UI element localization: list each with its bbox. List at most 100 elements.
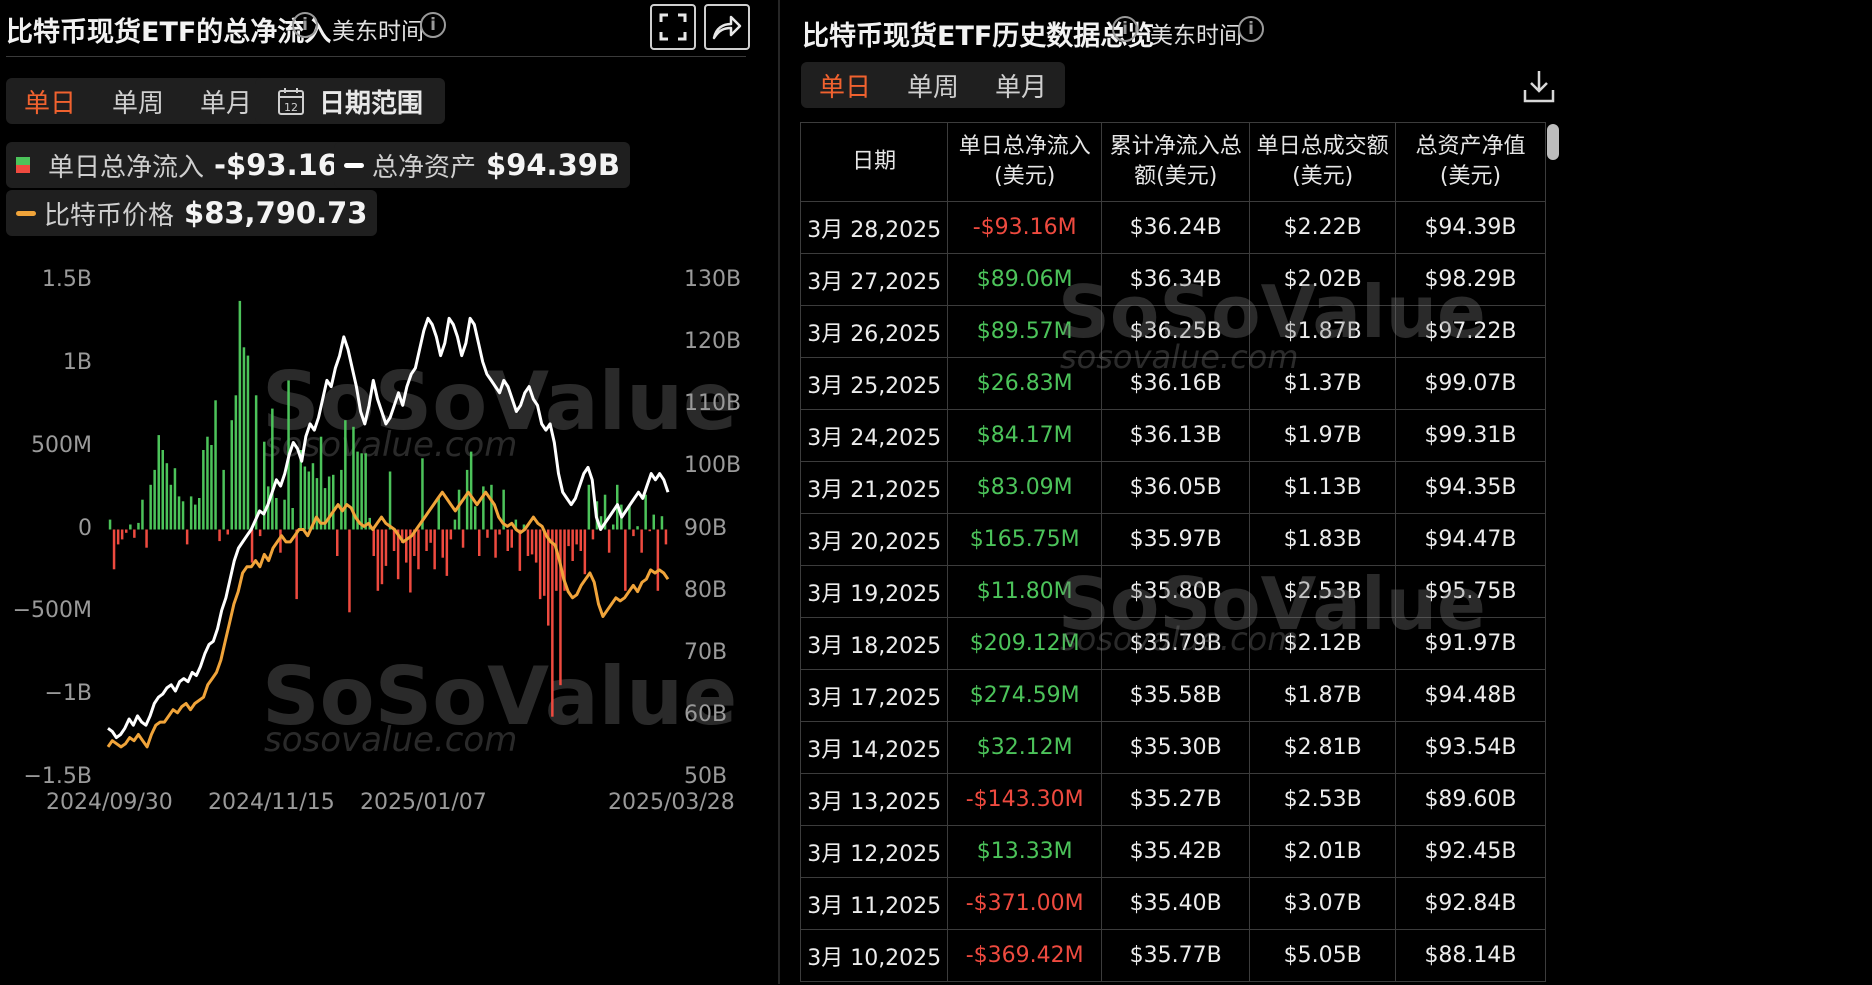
- inflow-bar: [551, 529, 554, 717]
- inflow-bar: [474, 506, 477, 530]
- inflow-bar: [591, 529, 595, 540]
- download-icon[interactable]: [1522, 68, 1556, 108]
- inflow-bar: [543, 529, 546, 596]
- scrollbar-thumb[interactable]: [1547, 124, 1559, 160]
- history-table-wrapper: 日期 单日总净流入(美元) 累计净流入总额(美元) 单日总成交额(美元) 总资产净值(美…: [800, 122, 1546, 985]
- inflow-bar: [579, 529, 582, 551]
- tab-week[interactable]: 单周: [889, 67, 977, 104]
- table-row[interactable]: 3月 21,2025 $83.09M $36.05B $1.13B $94.35B: [800, 461, 1546, 514]
- table-cell: 3月 28,2025: [800, 201, 949, 254]
- column-header: 单日总净流入(美元): [947, 123, 1103, 202]
- inflow-bar: [129, 524, 132, 530]
- inflow-bar: [640, 529, 643, 553]
- inflow-bar: [510, 529, 513, 548]
- inflow-bar: [372, 529, 375, 556]
- table-cell: $99.07B: [1395, 357, 1546, 410]
- info-icon[interactable]: i: [1112, 16, 1138, 42]
- inflow-bar: [303, 466, 307, 530]
- table-row[interactable]: 3月 13,2025 -$143.30M $35.27B $2.53B $89.60B: [800, 773, 1546, 826]
- table-row[interactable]: 3月 12,2025 $13.33M $35.42B $2.01B $92.45B: [800, 825, 1546, 878]
- table-cell: -$369.42M: [947, 929, 1103, 982]
- table-cell: $1.13B: [1249, 461, 1396, 514]
- table-cell: $36.05B: [1101, 461, 1251, 514]
- table-cell: $3.07B: [1249, 877, 1396, 930]
- table-cell: 3月 10,2025: [800, 929, 949, 982]
- inflow-bar: [214, 400, 217, 530]
- inflow-bar: [173, 468, 177, 530]
- inflow-bar: [506, 529, 509, 551]
- table-row[interactable]: 3月 10,2025 -$369.42M $35.77B $5.05B $88.14B: [800, 929, 1546, 982]
- inflow-bar: [283, 499, 286, 530]
- inflow-bar: [461, 529, 465, 548]
- table-cell: $165.75M: [947, 513, 1103, 566]
- inflow-bar: [226, 529, 229, 535]
- inflow-bar: [133, 529, 136, 538]
- table-row[interactable]: 3月 24,2025 $84.17M $36.13B $1.97B $99.31B: [800, 409, 1546, 462]
- inflow-bar: [275, 498, 278, 530]
- table-row[interactable]: 3月 17,2025 $274.59M $35.58B $1.87B $94.48B: [800, 669, 1546, 722]
- inflow-bar: [445, 529, 449, 576]
- table-row[interactable]: 3月 11,2025 -$371.00M $35.40B $3.07B $92.84B: [800, 877, 1546, 930]
- inflow-bar: [433, 529, 436, 570]
- tab-day[interactable]: 单日: [801, 67, 889, 104]
- table-cell: $35.30B: [1101, 721, 1251, 774]
- inflow-bar: [230, 420, 233, 530]
- table-cell: $36.13B: [1101, 409, 1251, 462]
- inflow-bar: [405, 529, 408, 563]
- table-cell: $88.14B: [1395, 929, 1546, 982]
- table-cell: $99.31B: [1395, 409, 1546, 462]
- inflow-bar: [120, 529, 124, 540]
- inflow-bar: [612, 524, 615, 530]
- table-cell: $94.47B: [1395, 513, 1546, 566]
- inflow-bar: [315, 478, 319, 530]
- table-cell: $93.54B: [1395, 721, 1546, 774]
- inflow-bar: [636, 526, 639, 530]
- inflow-bar: [644, 494, 647, 530]
- inflow-bar: [169, 484, 173, 530]
- inflow-bar: [238, 300, 242, 530]
- inflow-bar: [145, 529, 148, 548]
- inflow-bar: [453, 519, 457, 530]
- table-cell: $274.59M: [947, 669, 1103, 722]
- inflow-bar: [607, 529, 611, 553]
- column-header: 单日总成交额(美元): [1249, 123, 1396, 202]
- table-cell: 3月 14,2025: [800, 721, 949, 774]
- tab-month[interactable]: 单月: [977, 67, 1065, 104]
- table-cell: $92.45B: [1395, 825, 1546, 878]
- inflow-bar: [656, 529, 660, 591]
- inflow-bar: [465, 469, 469, 530]
- table-cell: $35.27B: [1101, 773, 1251, 826]
- inflow-bar: [469, 451, 473, 530]
- inflow-bar: [530, 529, 534, 555]
- inflow-bar: [538, 529, 542, 600]
- table-cell: $2.22B: [1249, 201, 1396, 254]
- inflow-bar: [364, 453, 367, 530]
- inflow-bar: [437, 496, 440, 530]
- table-row[interactable]: 3月 14,2025 $32.12M $35.30B $2.81B $93.54B: [800, 721, 1546, 774]
- inflow-bar: [153, 469, 156, 530]
- inflow-bar: [185, 529, 189, 545]
- table-row[interactable]: 3月 28,2025 -$93.16M $36.24B $2.22B $94.39B: [800, 201, 1546, 254]
- inflow-bar: [624, 529, 627, 591]
- table-cell: $89.60B: [1395, 773, 1546, 826]
- inflow-bar: [388, 471, 392, 530]
- inflow-bar: [567, 529, 570, 547]
- inflow-bar: [198, 498, 201, 530]
- table-cell: 3月 27,2025: [800, 253, 949, 306]
- scrollbar-track[interactable]: [1546, 122, 1560, 984]
- inflow-bar: [376, 529, 380, 591]
- table-cell: $92.84B: [1395, 877, 1546, 930]
- info-icon[interactable]: i: [1238, 16, 1264, 42]
- inflow-bar: [258, 529, 262, 537]
- table-title: 比特币现货ETF历史数据总览: [802, 21, 1155, 52]
- table-cell: 3月 25,2025: [800, 357, 949, 410]
- table-row[interactable]: 3月 20,2025 $165.75M $35.97B $1.83B $94.47B: [800, 513, 1546, 566]
- inflow-bar: [242, 347, 246, 530]
- column-header: 日期: [800, 123, 949, 202]
- inflow-bar: [664, 529, 668, 545]
- inflow-bar: [210, 445, 213, 530]
- table-cell: $94.35B: [1395, 461, 1546, 514]
- inflow-bar: [417, 529, 420, 570]
- inflow-bar: [494, 529, 497, 558]
- inflow-bar: [125, 529, 128, 533]
